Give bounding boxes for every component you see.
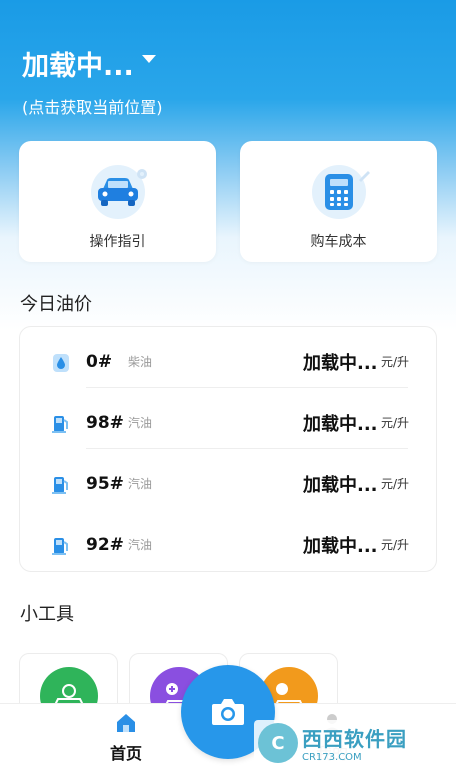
fuel-type: 汽油 [128,538,153,552]
tools-title: 小工具 [20,604,74,625]
watermark-logo: C [258,723,298,763]
guide-card[interactable]: 操作指引 [19,141,216,262]
camera-icon [212,699,244,725]
fuel-price: 加载中... [303,352,378,374]
fuel-type: 柴油 [128,355,153,369]
oil-price-title: 今日油价 [20,294,92,315]
fuel-pump-icon [52,477,68,494]
watermark-url: CR173.COM [302,752,362,763]
fuel-price: 加载中... [303,535,378,557]
fuel-type: 汽油 [128,416,153,430]
fuel-price: 加载中... [303,413,378,435]
location-selector[interactable]: 加载中... [22,44,156,83]
car-cost-card[interactable]: 购车成本 [240,141,437,262]
fuel-type: 汽油 [128,477,153,491]
tab-home-label: 首页 [109,744,142,763]
row-divider [86,448,408,449]
fuel-pump-icon [52,538,68,555]
fuel-grade: 98# [86,412,124,433]
oil-drop-icon [53,354,69,372]
fuel-pump-icon [52,416,68,433]
oil-price-row[interactable]: 98# 汽油 加载中... 元/升 [20,392,438,453]
oil-price-row[interactable]: 92# 汽油 加载中... 元/升 [20,514,438,575]
site-watermark: C 西西软件园 CR173.COM [254,720,436,766]
calculator-icon [311,165,370,219]
car-icon [90,165,147,219]
tab-home[interactable]: 首页 [98,712,154,764]
gear-icon [136,169,147,179]
watermark-title: 西西软件园 [302,727,407,751]
oil-price-row[interactable]: 0# 柴油 加载中... 元/升 [20,331,438,392]
car-cost-card-label: 购车成本 [310,234,367,250]
oil-price-panel: 0# 柴油 加载中... 元/升 98# 汽油 加载中... 元/升 95# 汽… [19,326,437,572]
oil-price-row[interactable]: 95# 汽油 加载中... 元/升 [20,453,438,514]
fuel-price: 加载中... [303,474,378,496]
pencil-icon [358,171,370,182]
price-unit: 元/升 [381,538,410,552]
home-icon [117,714,135,732]
price-unit: 元/升 [381,416,410,430]
row-divider [86,387,408,388]
fuel-grade: 92# [86,534,124,555]
fuel-grade: 0# [86,351,113,372]
fuel-grade: 95# [86,473,124,494]
price-unit: 元/升 [381,355,410,369]
caret-down-icon [141,54,156,63]
location-hint[interactable]: (点击获取当前位置) [22,94,163,118]
price-unit: 元/升 [381,477,410,491]
guide-card-label: 操作指引 [89,234,146,250]
location-label: 加载中... [22,51,134,82]
